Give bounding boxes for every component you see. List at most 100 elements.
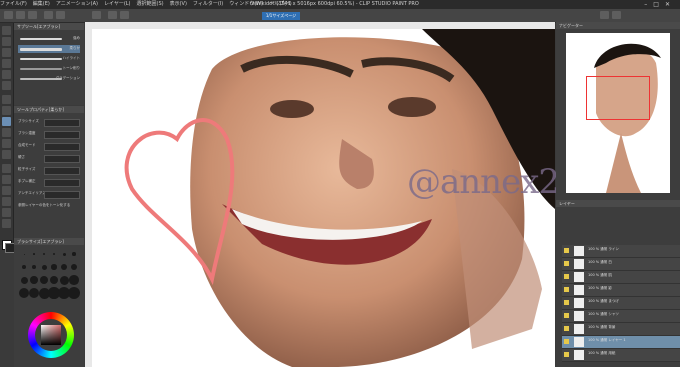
- prop-antialias[interactable]: アンチエイリアス: [18, 190, 80, 199]
- brush-tool-icon[interactable]: [2, 128, 11, 137]
- redo-icon[interactable]: [56, 11, 65, 19]
- undo-icon[interactable]: [44, 11, 53, 19]
- subtool-item[interactable]: ハイライト: [18, 55, 80, 63]
- prop-slider[interactable]: [44, 179, 80, 187]
- menu-animation[interactable]: アニメーション(A): [56, 0, 98, 9]
- open-icon[interactable]: [16, 11, 25, 19]
- autoselect-tool-icon[interactable]: [2, 70, 11, 79]
- ruler-tool-icon[interactable]: [2, 208, 11, 217]
- airbrush-tool-icon[interactable]: [2, 117, 11, 126]
- window-controls[interactable]: –□✕: [644, 0, 676, 9]
- eye-icon[interactable]: [564, 313, 569, 318]
- brush-size-preset[interactable]: [31, 264, 37, 270]
- menu-view[interactable]: 表示(V): [170, 0, 187, 9]
- layer-row-selected[interactable]: 100 % 通常 レイヤー 1: [562, 336, 680, 349]
- brush-size-preset[interactable]: [49, 275, 59, 285]
- brush-size-preset[interactable]: [28, 287, 40, 299]
- prop-slider[interactable]: [44, 167, 80, 175]
- prop-slider[interactable]: [44, 155, 80, 163]
- eye-icon[interactable]: [564, 248, 569, 253]
- menu-file[interactable]: ファイル(F): [0, 0, 27, 9]
- brush-size-preset[interactable]: [61, 264, 67, 270]
- layer-row[interactable]: 100 % 通常 背景: [562, 323, 680, 336]
- eyedropper-tool-icon[interactable]: [2, 81, 11, 90]
- prop-slider[interactable]: [44, 119, 80, 127]
- text-tool-icon[interactable]: [2, 219, 11, 228]
- layer-row[interactable]: 100 % 通常 まつげ: [562, 297, 680, 310]
- brush-size-preset[interactable]: [23, 253, 25, 255]
- blend-tool-icon[interactable]: [2, 150, 11, 159]
- brush-size-preset[interactable]: [72, 252, 76, 256]
- prop-brush-size[interactable]: ブラシサイズ: [18, 118, 80, 127]
- prop-blend-mode[interactable]: 合成モード: [18, 142, 80, 151]
- subtool-item[interactable]: トーン削り: [18, 65, 80, 73]
- menu-edit[interactable]: 編集(E): [33, 0, 50, 9]
- eye-icon[interactable]: [564, 326, 569, 331]
- zoom-tool-icon[interactable]: [2, 26, 11, 35]
- selection-tool-icon[interactable]: [2, 59, 11, 68]
- prop-reference-tone[interactable]: 参照レイヤーの色をトーン化する: [18, 202, 80, 211]
- menu-filter[interactable]: フィルター(I): [193, 0, 223, 9]
- brush-size-preset[interactable]: [69, 275, 79, 285]
- assets-icon[interactable]: [612, 11, 621, 19]
- brush-size-preset[interactable]: [52, 252, 56, 256]
- prop-hardness[interactable]: 硬さ: [18, 154, 80, 163]
- layer-tool-icon[interactable]: [108, 11, 117, 19]
- tab-document[interactable]: 1/1サイズページ: [262, 12, 300, 20]
- menu-selection[interactable]: 選択範囲(S): [137, 0, 164, 9]
- eye-icon[interactable]: [564, 261, 569, 266]
- brush-size-preset[interactable]: [33, 253, 35, 255]
- navigator-view-frame[interactable]: [586, 76, 650, 120]
- subtool-item[interactable]: 柔らか: [18, 45, 80, 53]
- brush-size-preset[interactable]: [40, 276, 48, 284]
- pen-tool-icon[interactable]: [2, 95, 11, 104]
- layer-row[interactable]: 100 % 通常 肌: [562, 271, 680, 284]
- brush-size-preset[interactable]: [62, 252, 66, 256]
- brush-size-preset[interactable]: [59, 275, 69, 285]
- prop-particle-size[interactable]: 粒子サイズ: [18, 166, 80, 175]
- color-saturation-square[interactable]: [41, 325, 61, 345]
- prop-stabilization[interactable]: 手ブレ補正: [18, 178, 80, 187]
- pencil-tool-icon[interactable]: [2, 106, 11, 115]
- eye-icon[interactable]: [564, 287, 569, 292]
- save-icon[interactable]: [28, 11, 37, 19]
- subtool-item[interactable]: グラデーション: [18, 75, 80, 83]
- brush-size-preset[interactable]: [30, 276, 38, 284]
- brush-size-preset[interactable]: [67, 286, 81, 300]
- eye-icon[interactable]: [564, 339, 569, 344]
- layer-row[interactable]: 100 % 通常 白: [562, 258, 680, 271]
- operation-tool-icon[interactable]: [2, 48, 11, 57]
- transform-icon[interactable]: [120, 11, 129, 19]
- menu-layer[interactable]: レイヤー(L): [104, 0, 131, 9]
- new-icon[interactable]: [4, 11, 13, 19]
- brush-size-preset[interactable]: [22, 265, 26, 269]
- brush-size-preset[interactable]: [41, 264, 47, 270]
- eraser-tool-icon[interactable]: [2, 139, 11, 148]
- prop-slider[interactable]: [44, 191, 80, 199]
- layer-row[interactable]: 100 % 通常 用紙: [562, 349, 680, 362]
- eye-icon[interactable]: [564, 352, 569, 357]
- fill-tool-icon[interactable]: [2, 164, 11, 173]
- layer-row[interactable]: 100 % 通常 影: [562, 284, 680, 297]
- left-eye: [270, 100, 314, 118]
- layer-row[interactable]: 100 % 通常 シャツ: [562, 310, 680, 323]
- move-tool-icon[interactable]: [2, 37, 11, 46]
- eye-icon[interactable]: [564, 274, 569, 279]
- view-icon[interactable]: [92, 11, 101, 19]
- frame-tool-icon[interactable]: [2, 197, 11, 206]
- brush-size-preset[interactable]: [70, 263, 78, 271]
- prop-select[interactable]: [44, 143, 80, 151]
- layer-row[interactable]: 100 % 通常 ライン: [562, 245, 680, 258]
- subtool-item[interactable]: 強め: [18, 35, 80, 43]
- brush-size-preset[interactable]: [43, 253, 45, 255]
- brush-size-preset[interactable]: [51, 264, 57, 270]
- gradient-tool-icon[interactable]: [2, 175, 11, 184]
- figure-tool-icon[interactable]: [2, 186, 11, 195]
- eye-icon[interactable]: [564, 300, 569, 305]
- layer-name: 100 % 通常 白: [588, 260, 612, 264]
- brush-size-preset[interactable]: [19, 288, 29, 298]
- clip-studio-icon[interactable]: [600, 11, 609, 19]
- brush-size-preset[interactable]: [20, 276, 28, 284]
- prop-slider[interactable]: [44, 131, 80, 139]
- prop-brush-density[interactable]: ブラシ濃度: [18, 130, 80, 139]
